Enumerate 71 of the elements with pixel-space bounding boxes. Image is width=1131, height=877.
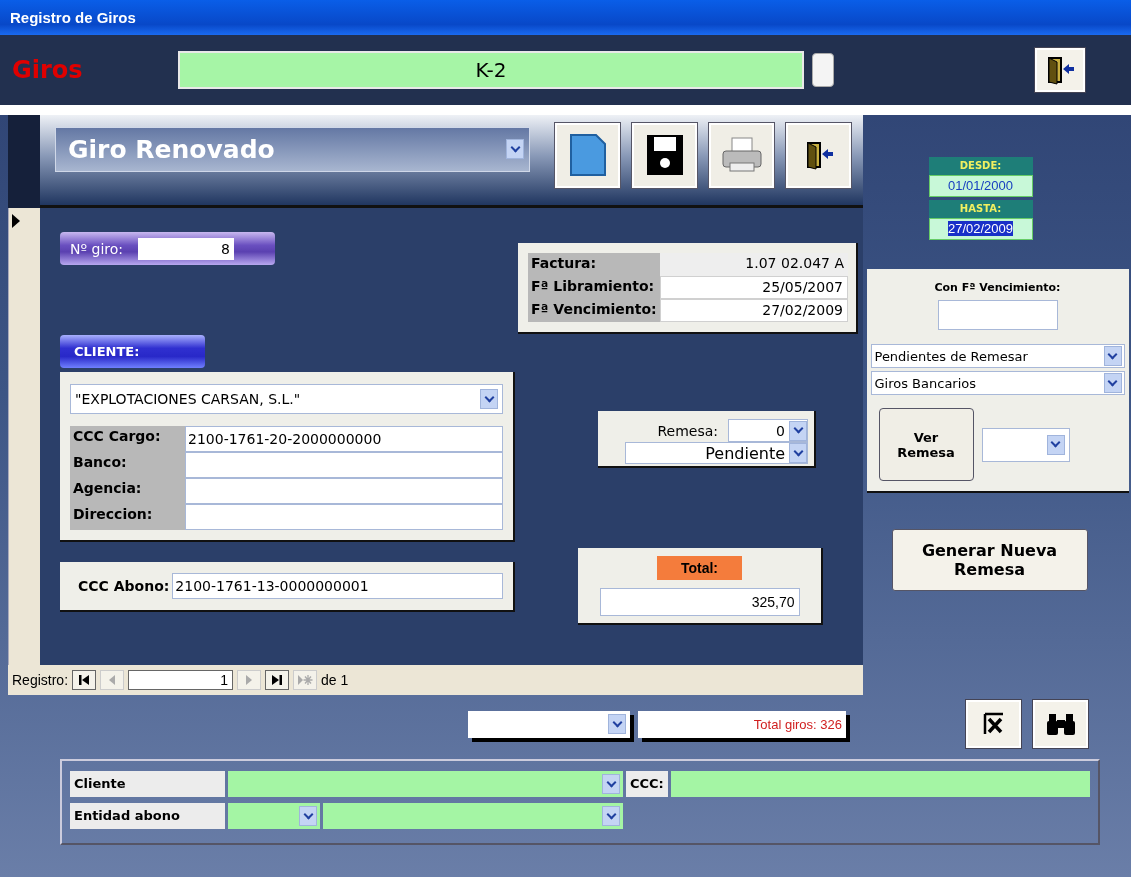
door-exit-icon	[1045, 55, 1075, 85]
number-field[interactable]: 8	[138, 237, 235, 260]
total-field[interactable]: 325,70	[599, 588, 800, 616]
view-remittance-button[interactable]: Ver Remesa	[878, 408, 974, 481]
bank-code-dropdown[interactable]	[228, 803, 320, 829]
form-title: Giros	[12, 56, 84, 84]
new-document-button[interactable]	[555, 122, 620, 188]
search-button[interactable]	[1033, 700, 1088, 748]
to-label: HASTA:	[928, 200, 1033, 218]
client-filter-dropdown[interactable]	[228, 771, 623, 797]
previous-record-icon	[108, 674, 117, 686]
print-button[interactable]	[709, 122, 774, 188]
text-field[interactable]: 2100-1761-20-2000000000	[185, 426, 503, 452]
clear-filter-button[interactable]	[966, 700, 1021, 748]
to-date-field[interactable]: 27/02/2009	[928, 218, 1033, 240]
window-title: Registro de Giros	[10, 9, 136, 26]
next-record-icon	[245, 674, 254, 686]
due-date-label: Con Fª Vencimiento:	[934, 281, 1061, 294]
clear-filter-icon	[982, 712, 1005, 736]
field-label: Agencia:	[72, 479, 143, 498]
payment-account-field[interactable]: 2100-1761-13-0000000001	[172, 573, 503, 599]
record-selector[interactable]	[8, 208, 40, 665]
payment-account-label: CCC Abono:	[78, 578, 170, 594]
client-dropdown[interactable]: "EXPLOTACIONES CARSAN, S.L."	[70, 384, 503, 414]
field-label: Fª Libramiento:	[530, 277, 656, 296]
field-label: Factura:	[530, 254, 598, 273]
number-label: Nº giro:	[70, 240, 124, 257]
exit-button[interactable]	[1035, 48, 1085, 92]
from-label: DESDE:	[928, 157, 1033, 175]
status-dropdown[interactable]: Pendiente	[625, 442, 808, 464]
client-label: CLIENTE:	[60, 335, 205, 368]
record-count: de 1	[321, 672, 349, 688]
bank-name-dropdown[interactable]	[323, 803, 623, 829]
text-field[interactable]	[185, 452, 503, 478]
remittance-filter-dropdown[interactable]	[981, 427, 1070, 462]
record-number-field[interactable]: 1	[128, 670, 234, 690]
total-label: Total:	[657, 556, 742, 580]
field-label: Direccion:	[72, 505, 154, 524]
small-button[interactable]	[812, 53, 834, 87]
account-filter-label: CCC:	[626, 771, 668, 797]
field-label: CCC Cargo:	[72, 427, 162, 446]
printer-icon	[719, 135, 764, 175]
field-label: Fª Vencimiento:	[530, 300, 658, 319]
date-field[interactable]: 27/02/2009	[659, 299, 848, 322]
date-field[interactable]: 25/05/2007	[659, 276, 848, 299]
first-record-icon	[78, 674, 91, 686]
bank-filter-label: Entidad abono	[70, 803, 225, 829]
client-filter-label: Cliente	[70, 771, 225, 797]
exit-button[interactable]	[786, 122, 851, 188]
invoice-value: 1.07 02.047 A	[659, 253, 848, 276]
field-label: Banco:	[72, 453, 128, 472]
text-field[interactable]	[185, 504, 503, 530]
save-button[interactable]	[632, 122, 697, 188]
navigation-button[interactable]	[72, 670, 97, 690]
type-filter-dropdown[interactable]: Giros Bancarios	[870, 371, 1125, 395]
due-date-field[interactable]	[937, 300, 1058, 330]
binoculars-icon	[1045, 712, 1076, 736]
generate-remittance-button[interactable]: Generar Nueva Remesa	[891, 529, 1088, 591]
text-field[interactable]	[185, 478, 503, 504]
code-field[interactable]: K-2	[178, 51, 804, 89]
navigation-button[interactable]	[265, 670, 290, 690]
status-filter-dropdown[interactable]: Pendientes de Remesar	[870, 344, 1125, 368]
current-record-icon	[12, 214, 20, 228]
document-icon	[567, 133, 608, 177]
new-record-icon	[297, 674, 314, 686]
remittance-dropdown[interactable]: 0	[728, 419, 808, 442]
from-date-field[interactable]: 01/01/2000	[928, 175, 1033, 197]
last-record-icon	[271, 674, 284, 686]
record-label: Registro:	[12, 672, 69, 688]
remittance-label: Remesa:	[657, 422, 718, 439]
account-filter-field[interactable]	[670, 771, 1090, 797]
